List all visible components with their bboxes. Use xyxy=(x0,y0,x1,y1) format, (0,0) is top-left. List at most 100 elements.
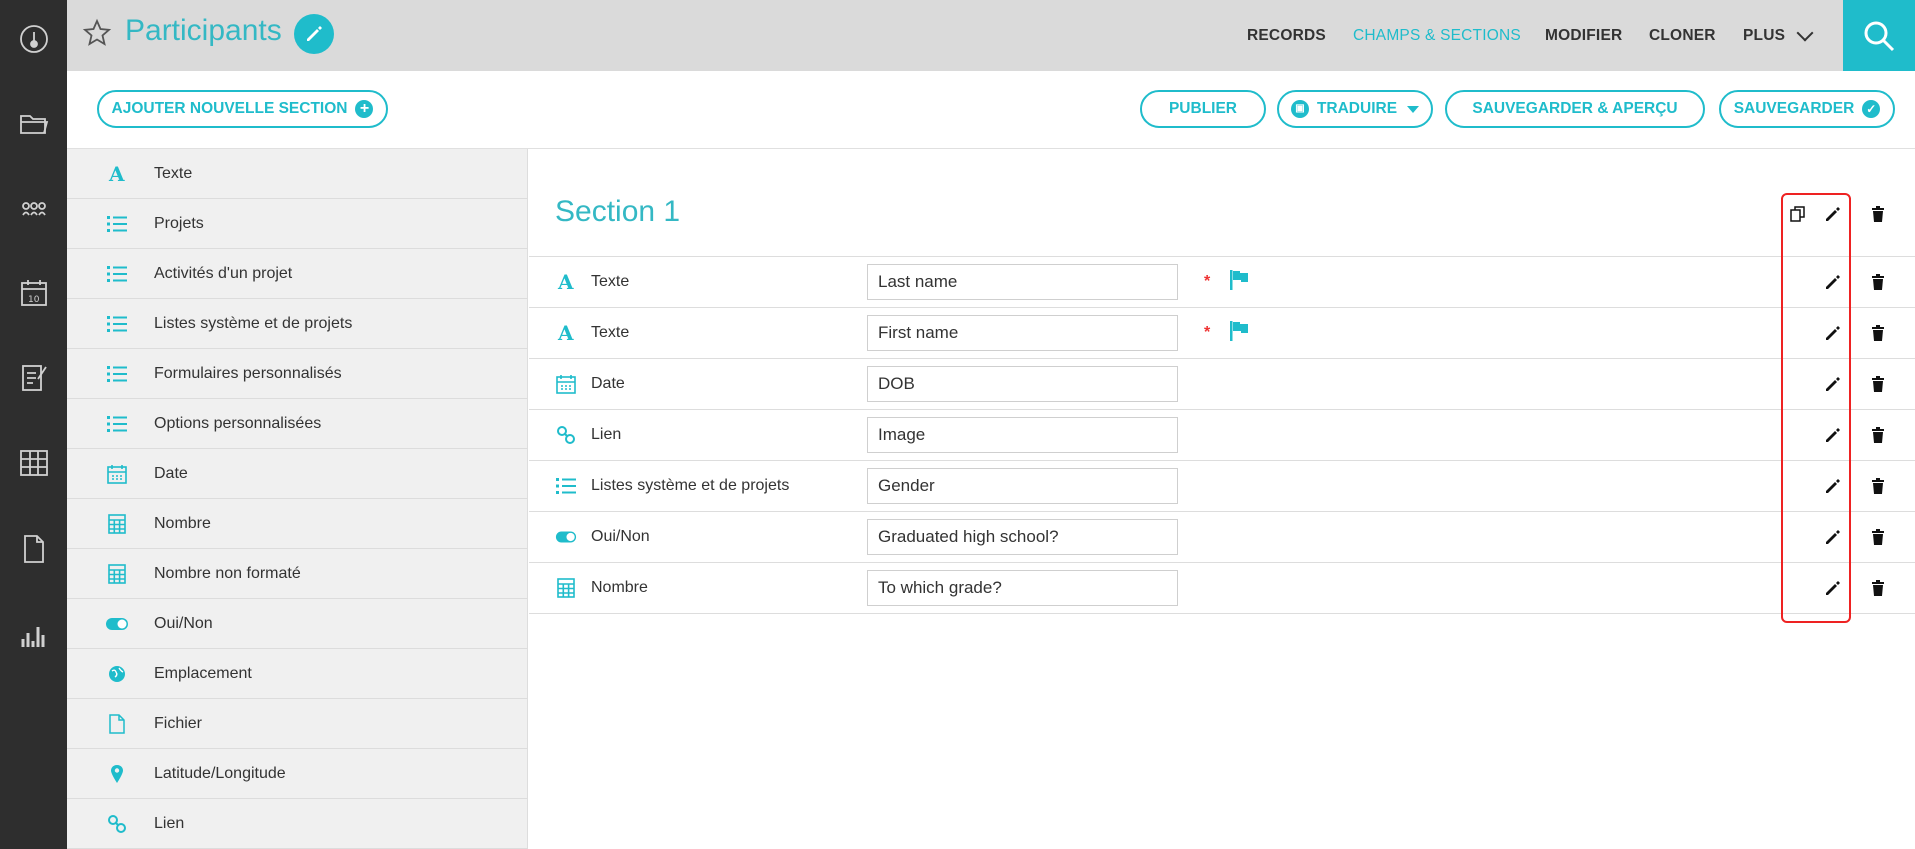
delete-field-button[interactable] xyxy=(1867,424,1889,446)
palette-item-file[interactable]: Fichier xyxy=(67,699,528,749)
palette-item-custom-options[interactable]: Options personnalisées xyxy=(67,399,528,449)
delete-section-button[interactable] xyxy=(1867,203,1889,225)
trash-icon xyxy=(1872,529,1884,545)
nav-fields-sections[interactable]: CHAMPS & SECTIONS xyxy=(1353,0,1521,71)
toggle-icon xyxy=(105,612,129,636)
flag-icon[interactable] xyxy=(1228,269,1250,296)
field-type-palette: A Texte Projets Activités d'un projet Li… xyxy=(67,149,528,849)
palette-item-label: Date xyxy=(154,464,188,482)
translate-button[interactable]: ▣ TRADUIRE xyxy=(1277,90,1433,128)
palette-item-label: Nombre non formaté xyxy=(154,564,301,582)
pin-icon xyxy=(105,762,129,786)
app-sidebar: 10 xyxy=(0,0,67,849)
folder-icon[interactable] xyxy=(0,99,67,149)
field-name-input[interactable]: First name xyxy=(867,315,1178,351)
palette-item-yes-no[interactable]: Oui/Non xyxy=(67,599,528,649)
edit-title-button[interactable] xyxy=(294,14,334,54)
field-name-input[interactable]: Graduated high school? xyxy=(867,519,1178,555)
field-row[interactable]: Oui/Non Graduated high school? xyxy=(529,512,1915,563)
palette-item-date[interactable]: Date xyxy=(67,449,528,499)
favorite-star-icon[interactable] xyxy=(82,18,112,48)
page-title: Participants xyxy=(125,14,282,47)
palette-item-link[interactable]: Lien xyxy=(67,799,528,849)
text-icon: A xyxy=(555,322,577,344)
palette-item-label: Texte xyxy=(154,164,193,182)
field-type-label: Nombre xyxy=(591,579,648,596)
palette-item-number[interactable]: Nombre xyxy=(67,499,528,549)
form-edit-icon[interactable] xyxy=(0,352,67,402)
palette-item-location[interactable]: Emplacement xyxy=(67,649,528,699)
grid-icon[interactable] xyxy=(0,438,67,488)
palette-item-lat-long[interactable]: Latitude/Longitude xyxy=(67,749,528,799)
nav-modify[interactable]: MODIFIER xyxy=(1545,0,1622,71)
save-button[interactable]: SAUVEGARDER ✓ xyxy=(1719,90,1895,128)
field-row[interactable]: A Texte First name * xyxy=(529,308,1915,359)
document-icon[interactable] xyxy=(0,524,67,574)
bar-chart-icon[interactable] xyxy=(0,610,67,660)
list-icon xyxy=(105,412,129,436)
field-name-input[interactable]: DOB xyxy=(867,366,1178,402)
list-icon xyxy=(105,212,129,236)
save-label: SAUVEGARDER xyxy=(1733,100,1855,117)
palette-item-project-activities[interactable]: Activités d'un projet xyxy=(67,249,528,299)
calculator-icon xyxy=(555,577,577,599)
field-row[interactable]: Listes système et de projets Gender xyxy=(529,461,1915,512)
palette-item-text[interactable]: A Texte xyxy=(67,149,528,199)
trash-icon xyxy=(1872,478,1884,494)
dashboard-icon[interactable] xyxy=(0,14,67,64)
trash-icon xyxy=(1872,274,1884,290)
save-preview-button[interactable]: SAUVEGARDER & APERÇU xyxy=(1445,90,1705,128)
publish-button[interactable]: PUBLIER xyxy=(1140,90,1266,128)
nav-records[interactable]: RECORDS xyxy=(1247,0,1326,71)
palette-item-label: Listes système et de projets xyxy=(154,314,353,332)
link-icon xyxy=(105,812,129,836)
delete-field-button[interactable] xyxy=(1867,322,1889,344)
field-row[interactable]: Nombre To which grade? xyxy=(529,563,1915,614)
delete-field-button[interactable] xyxy=(1867,577,1889,599)
calendar-icon xyxy=(105,462,129,486)
palette-item-custom-forms[interactable]: Formulaires personnalisés xyxy=(67,349,528,399)
palette-item-unformatted-number[interactable]: Nombre non formaté xyxy=(67,549,528,599)
palette-item-system-lists[interactable]: Listes système et de projets xyxy=(67,299,528,349)
trash-icon xyxy=(1872,206,1884,222)
search-button[interactable] xyxy=(1843,0,1915,71)
field-name-input[interactable]: Last name xyxy=(867,264,1178,300)
check-icon: ✓ xyxy=(1862,100,1881,118)
list-icon xyxy=(555,475,577,497)
calendar-icon[interactable]: 10 xyxy=(0,268,67,318)
palette-item-projects[interactable]: Projets xyxy=(67,199,528,249)
nav-more-label: PLUS xyxy=(1743,26,1786,44)
svg-text:A: A xyxy=(557,322,574,344)
delete-field-button[interactable] xyxy=(1867,271,1889,293)
field-type-label: Lien xyxy=(591,426,622,443)
delete-field-button[interactable] xyxy=(1867,475,1889,497)
field-row[interactable]: Date DOB xyxy=(529,359,1915,410)
svg-text:A: A xyxy=(108,163,125,185)
flag-icon[interactable] xyxy=(1228,320,1250,347)
svg-text:10: 10 xyxy=(28,295,40,305)
required-marker: * xyxy=(1204,324,1211,341)
field-name-input[interactable]: To which grade? xyxy=(867,570,1178,606)
nav-more[interactable]: PLUS xyxy=(1743,0,1814,71)
field-type-label: Date xyxy=(591,375,625,392)
palette-item-label: Lien xyxy=(154,814,185,832)
delete-field-button[interactable] xyxy=(1867,373,1889,395)
link-icon xyxy=(555,424,577,446)
palette-item-label: Nombre xyxy=(154,514,211,532)
people-icon[interactable] xyxy=(0,184,67,234)
field-type-label: Texte xyxy=(591,324,630,341)
field-name-input[interactable]: Gender xyxy=(867,468,1178,504)
add-section-button[interactable]: AJOUTER NOUVELLE SECTION + xyxy=(97,90,388,128)
field-name-input[interactable]: Image xyxy=(867,417,1178,453)
add-section-label: AJOUTER NOUVELLE SECTION xyxy=(111,100,348,117)
delete-field-button[interactable] xyxy=(1867,526,1889,548)
translate-icon: ▣ xyxy=(1290,100,1309,118)
field-row[interactable]: Lien Image xyxy=(529,410,1915,461)
field-type-label: Texte xyxy=(591,273,630,290)
nav-clone[interactable]: CLONER xyxy=(1649,0,1716,71)
file-icon xyxy=(105,712,129,736)
field-row[interactable]: A Texte Last name * xyxy=(529,257,1915,308)
list-icon xyxy=(105,362,129,386)
trash-icon xyxy=(1872,376,1884,392)
list-icon xyxy=(105,262,129,286)
